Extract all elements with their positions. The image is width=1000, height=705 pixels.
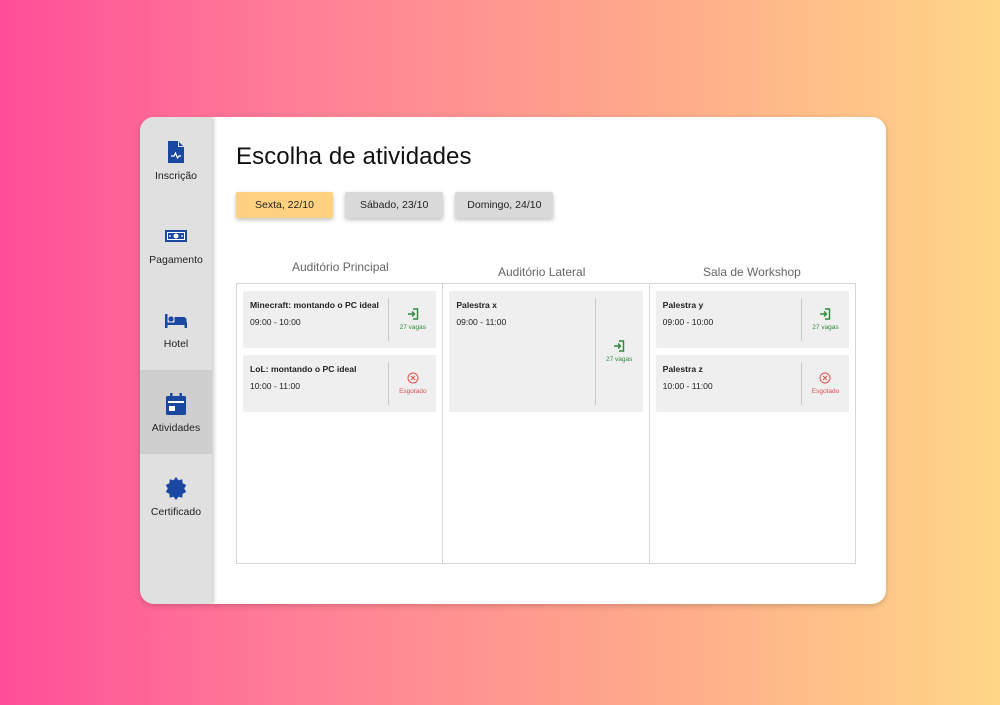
schedule-grid: Minecraft: montando o PC ideal 09:00 - 1… [236,283,856,564]
tab-domingo[interactable]: Domingo, 24/10 [455,192,554,218]
page-title: Escolha de atividades [236,143,472,170]
activity-time: 10:00 - 11:00 [662,381,713,391]
activity-title: Minecraft: montando o PC ideal [250,300,379,310]
activity-title: Palestra z [662,364,703,374]
activity-card: LoL: montando o PC ideal 10:00 - 11:00 E… [243,355,437,412]
sold-out-indicator: Esgotado [388,362,436,405]
close-circle-icon [819,372,831,384]
room-heading: Sala de Workshop [703,265,801,279]
activity-card: Minecraft: montando o PC ideal 09:00 - 1… [243,291,437,348]
enroll-button[interactable]: 27 vagas [800,298,849,341]
sold-out-indicator: Esgotado [800,362,849,405]
activity-title: Palestra x [456,300,497,310]
document-icon [168,141,184,163]
sidebar: Inscrição Pagamento Hotel Atividades Cer… [140,117,212,604]
activity-card: Palestra y 09:00 - 10:00 27 vagas [655,291,849,348]
login-icon [407,308,419,320]
sold-out-label: Esgotado [399,388,427,395]
room-column: Palestra x 09:00 - 11:00 27 vagas [443,284,650,563]
activity-time: 09:00 - 11:00 [456,317,507,327]
calendar-icon [166,393,186,415]
rooms-board: Auditório Principal Auditório Lateral Sa… [236,260,856,564]
app-window: Inscrição Pagamento Hotel Atividades Cer… [140,117,886,604]
activity-info: Palestra x 09:00 - 11:00 [449,291,594,412]
activity-info: LoL: montando o PC ideal 10:00 - 11:00 [243,355,388,412]
room-heading: Auditório Lateral [498,265,586,279]
day-tabs: Sexta, 22/10 Sábado, 23/10 Domingo, 24/1… [236,192,862,218]
activity-time: 09:00 - 10:00 [662,317,714,327]
sidebar-item-certificado[interactable]: Certificado [140,454,212,538]
sidebar-item-pagamento[interactable]: Pagamento [140,202,212,286]
money-icon [165,230,187,242]
enroll-button[interactable]: 27 vagas [388,298,436,341]
login-icon [614,340,625,352]
badge-icon [165,477,187,500]
sidebar-item-label: Pagamento [149,254,203,266]
sidebar-item-label: Hotel [163,338,189,350]
activity-time: 10:00 - 11:00 [250,381,301,391]
room-heading: Auditório Principal [292,260,389,274]
activity-info: Minecraft: montando o PC ideal 09:00 - 1… [243,291,388,348]
sidebar-item-label: Inscrição [154,170,197,182]
enroll-button[interactable]: 27 vagas [594,298,643,405]
activity-card: Palestra x 09:00 - 11:00 27 vagas [449,291,643,412]
tab-sabado[interactable]: Sábado, 23/10 [344,192,444,218]
activity-title: Palestra y [662,300,704,310]
sidebar-item-label: Atividades [151,422,201,434]
close-circle-icon [407,372,419,384]
activity-card: Palestra z 10:00 - 11:00 Esgotado [655,355,849,412]
vacancy-count: 27 vagas [605,356,633,363]
sidebar-item-inscricao[interactable]: Inscrição [140,118,212,202]
sold-out-label: Esgotado [811,388,840,395]
room-column: Palestra y 09:00 - 10:00 27 vagas Palest… [650,284,855,563]
login-icon [820,308,831,320]
sidebar-item-label: Certificado [150,506,202,518]
activity-info: Palestra y 09:00 - 10:00 [656,291,801,348]
sidebar-item-atividades[interactable]: Atividades [140,370,212,454]
bed-icon [165,314,187,328]
activity-info: Palestra z 10:00 - 11:00 [656,355,801,412]
activity-title: LoL: montando o PC ideal [250,364,357,374]
sidebar-item-hotel[interactable]: Hotel [140,286,212,370]
room-column: Minecraft: montando o PC ideal 09:00 - 1… [237,284,444,563]
main-content: Escolha de atividades Sexta, 22/10 Sábad… [212,117,886,604]
vacancy-count: 27 vagas [812,324,839,331]
activity-time: 09:00 - 10:00 [250,317,301,327]
vacancy-count: 27 vagas [399,324,427,331]
tab-sexta[interactable]: Sexta, 22/10 [236,192,333,218]
